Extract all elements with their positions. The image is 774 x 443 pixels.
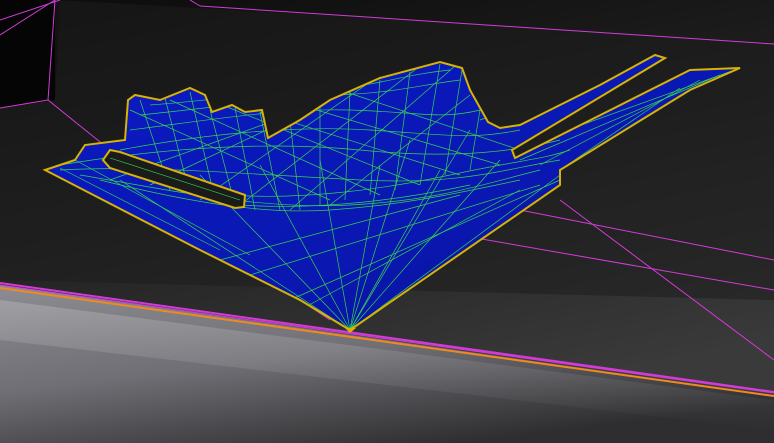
3d-viewport[interactable]: [0, 0, 774, 443]
